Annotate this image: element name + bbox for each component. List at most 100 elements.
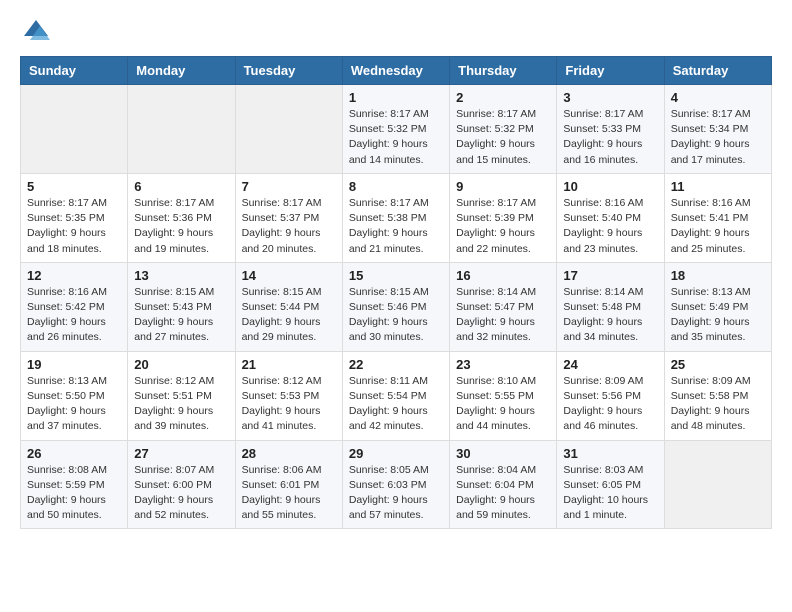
sunrise-text: Sunrise: 8:14 AM bbox=[563, 286, 643, 298]
day-number: 21 bbox=[242, 357, 336, 372]
day-number: 10 bbox=[563, 179, 657, 194]
calendar-day-cell: 20Sunrise: 8:12 AMSunset: 5:51 PMDayligh… bbox=[128, 351, 235, 440]
day-number: 3 bbox=[563, 90, 657, 105]
day-number: 27 bbox=[134, 446, 228, 461]
sunrise-text: Sunrise: 8:16 AM bbox=[27, 286, 107, 298]
sunrise-text: Sunrise: 8:17 AM bbox=[456, 108, 536, 120]
sunset-text: Sunset: 5:50 PM bbox=[27, 390, 105, 402]
daylight-text: Daylight: 9 hours and 15 minutes. bbox=[456, 138, 535, 165]
day-number: 23 bbox=[456, 357, 550, 372]
calendar-day-cell: 14Sunrise: 8:15 AMSunset: 5:44 PMDayligh… bbox=[235, 262, 342, 351]
calendar-week-row: 5Sunrise: 8:17 AMSunset: 5:35 PMDaylight… bbox=[21, 173, 772, 262]
calendar-day-cell: 1 Sunrise: 8:17 AMSunset: 5:32 PMDaylight… bbox=[342, 85, 449, 174]
sunrise-text: Sunrise: 8:15 AM bbox=[349, 286, 429, 298]
sunset-text: Sunset: 5:34 PM bbox=[671, 123, 749, 135]
calendar-day-cell: 26Sunrise: 8:08 AMSunset: 5:59 PMDayligh… bbox=[21, 440, 128, 529]
sunset-text: Sunset: 5:42 PM bbox=[27, 301, 105, 313]
sunset-text: Sunset: 5:46 PM bbox=[349, 301, 427, 313]
sunrise-text: Sunrise: 8:17 AM bbox=[27, 197, 107, 209]
calendar-table: SundayMondayTuesdayWednesdayThursdayFrid… bbox=[20, 56, 772, 529]
daylight-text: Daylight: 9 hours and 29 minutes. bbox=[242, 316, 321, 343]
day-info: Sunrise: 8:12 AMSunset: 5:53 PMDaylight:… bbox=[242, 374, 336, 435]
daylight-text: Daylight: 9 hours and 32 minutes. bbox=[456, 316, 535, 343]
calendar-day-cell: 8Sunrise: 8:17 AMSunset: 5:38 PMDaylight… bbox=[342, 173, 449, 262]
calendar-day-cell: 4Sunrise: 8:17 AMSunset: 5:34 PMDaylight… bbox=[664, 85, 771, 174]
day-info: Sunrise: 8:09 AMSunset: 5:58 PMDaylight:… bbox=[671, 374, 765, 435]
sunset-text: Sunset: 6:03 PM bbox=[349, 479, 427, 491]
sunset-text: Sunset: 5:54 PM bbox=[349, 390, 427, 402]
daylight-text: Daylight: 9 hours and 22 minutes. bbox=[456, 227, 535, 254]
sunrise-text: Sunrise: 8:13 AM bbox=[27, 375, 107, 387]
daylight-text: Daylight: 9 hours and 37 minutes. bbox=[27, 405, 106, 432]
day-number: 9 bbox=[456, 179, 550, 194]
day-number: 12 bbox=[27, 268, 121, 283]
daylight-text: Daylight: 9 hours and 39 minutes. bbox=[134, 405, 213, 432]
day-info: Sunrise: 8:17 AMSunset: 5:33 PMDaylight:… bbox=[563, 107, 657, 168]
daylight-text: Daylight: 9 hours and 14 minutes. bbox=[349, 138, 428, 165]
day-info: Sunrise: 8:14 AMSunset: 5:48 PMDaylight:… bbox=[563, 285, 657, 346]
daylight-text: Daylight: 9 hours and 27 minutes. bbox=[134, 316, 213, 343]
day-info: Sunrise: 8:09 AMSunset: 5:56 PMDaylight:… bbox=[563, 374, 657, 435]
day-number: 1 bbox=[349, 90, 443, 105]
sunset-text: Sunset: 5:51 PM bbox=[134, 390, 212, 402]
calendar-day-cell: 10Sunrise: 8:16 AMSunset: 5:40 PMDayligh… bbox=[557, 173, 664, 262]
sunset-text: Sunset: 5:41 PM bbox=[671, 212, 749, 224]
day-info: Sunrise: 8:17 AMSunset: 5:34 PMDaylight:… bbox=[671, 107, 765, 168]
daylight-text: Daylight: 9 hours and 34 minutes. bbox=[563, 316, 642, 343]
calendar-day-cell: 11Sunrise: 8:16 AMSunset: 5:41 PMDayligh… bbox=[664, 173, 771, 262]
daylight-text: Daylight: 9 hours and 20 minutes. bbox=[242, 227, 321, 254]
day-number: 22 bbox=[349, 357, 443, 372]
day-info: Sunrise: 8:17 AMSunset: 5:38 PMDaylight:… bbox=[349, 196, 443, 257]
sunrise-text: Sunrise: 8:13 AM bbox=[671, 286, 751, 298]
sunset-text: Sunset: 6:01 PM bbox=[242, 479, 320, 491]
day-info: Sunrise: 8:14 AMSunset: 5:47 PMDaylight:… bbox=[456, 285, 550, 346]
daylight-text: Daylight: 9 hours and 23 minutes. bbox=[563, 227, 642, 254]
sunset-text: Sunset: 5:58 PM bbox=[671, 390, 749, 402]
calendar-day-cell: 28 Sunrise: 8:06 AM Sunset: 6:01 PM Dayligh… bbox=[235, 440, 342, 529]
weekday-header: Thursday bbox=[450, 57, 557, 85]
sunset-text: Sunset: 5:37 PM bbox=[242, 212, 320, 224]
day-number: 5 bbox=[27, 179, 121, 194]
day-info: Sunrise: 8:17 AMSunset: 5:32 PMDaylight:… bbox=[349, 107, 443, 168]
calendar-day-cell: 9Sunrise: 8:17 AMSunset: 5:39 PMDaylight… bbox=[450, 173, 557, 262]
weekday-header: Sunday bbox=[21, 57, 128, 85]
sunrise-text: Sunrise: 8:17 AM bbox=[349, 197, 429, 209]
calendar-day-cell bbox=[21, 85, 128, 174]
sunrise-text: Sunrise: 8:06 AM bbox=[242, 464, 322, 476]
calendar-day-cell: 7Sunrise: 8:17 AMSunset: 5:37 PMDaylight… bbox=[235, 173, 342, 262]
day-number: 18 bbox=[671, 268, 765, 283]
sunset-text: Sunset: 5:53 PM bbox=[242, 390, 320, 402]
daylight-text: Daylight: 9 hours and 55 minutes. bbox=[242, 494, 321, 521]
day-number: 17 bbox=[563, 268, 657, 283]
day-number: 14 bbox=[242, 268, 336, 283]
page-header bbox=[20, 16, 772, 44]
day-number: 4 bbox=[671, 90, 765, 105]
day-number: 28 bbox=[242, 446, 336, 461]
sunset-text: Sunset: 5:49 PM bbox=[671, 301, 749, 313]
calendar-day-cell: 16Sunrise: 8:14 AMSunset: 5:47 PMDayligh… bbox=[450, 262, 557, 351]
day-number: 2 bbox=[456, 90, 550, 105]
day-number: 19 bbox=[27, 357, 121, 372]
calendar-day-cell bbox=[128, 85, 235, 174]
sunrise-text: Sunrise: 8:17 AM bbox=[671, 108, 751, 120]
sunrise-text: Sunrise: 8:11 AM bbox=[349, 375, 428, 387]
sunset-text: Sunset: 5:44 PM bbox=[242, 301, 320, 313]
sunrise-text: Sunrise: 8:15 AM bbox=[134, 286, 214, 298]
calendar-day-cell: 29Sunrise: 8:05 AMSunset: 6:03 PMDayligh… bbox=[342, 440, 449, 529]
weekday-row: SundayMondayTuesdayWednesdayThursdayFrid… bbox=[21, 57, 772, 85]
day-info: Sunrise: 8:06 AM Sunset: 6:01 PM Daylight:… bbox=[242, 463, 336, 524]
sunset-text: Sunset: 5:55 PM bbox=[456, 390, 534, 402]
sunrise-text: Sunrise: 8:09 AM bbox=[563, 375, 643, 387]
daylight-text: Daylight: 9 hours and 59 minutes. bbox=[456, 494, 535, 521]
daylight-text: Daylight: 9 hours and 42 minutes. bbox=[349, 405, 428, 432]
sunrise-text: Sunrise: 8:05 AM bbox=[349, 464, 429, 476]
daylight-text: Daylight: 10 hours and 1 minute. bbox=[563, 494, 648, 521]
calendar-day-cell: 18Sunrise: 8:13 AMSunset: 5:49 PMDayligh… bbox=[664, 262, 771, 351]
sunrise-text: Sunrise: 8:03 AM bbox=[563, 464, 643, 476]
sunset-text: Sunset: 5:32 PM bbox=[456, 123, 534, 135]
calendar-day-cell: 24Sunrise: 8:09 AMSunset: 5:56 PMDayligh… bbox=[557, 351, 664, 440]
calendar-day-cell: 5Sunrise: 8:17 AMSunset: 5:35 PMDaylight… bbox=[21, 173, 128, 262]
daylight-text: Daylight: 9 hours and 44 minutes. bbox=[456, 405, 535, 432]
day-number: 25 bbox=[671, 357, 765, 372]
calendar-day-cell: 25 Sunrise: 8:09 AMSunset: 5:58 PMDayligh… bbox=[664, 351, 771, 440]
